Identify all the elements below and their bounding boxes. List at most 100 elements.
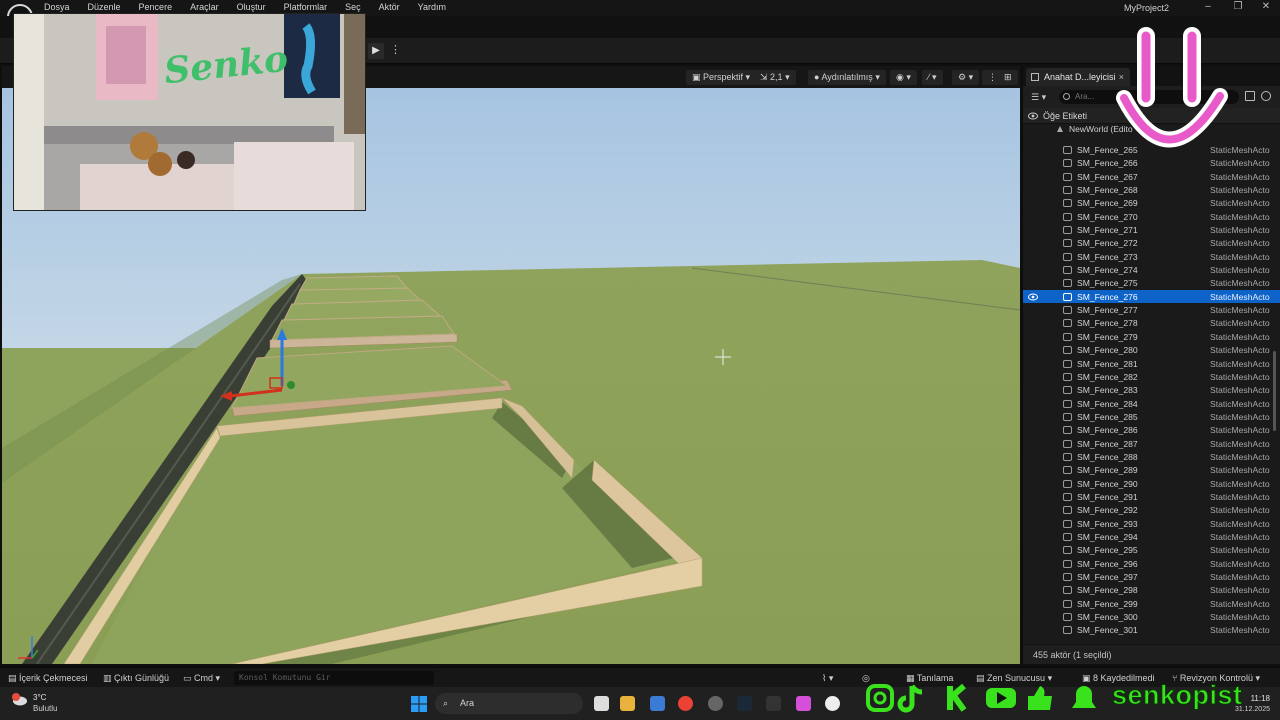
minimize-button[interactable]: –	[1198, 1, 1218, 12]
taskbar-search[interactable]: ⌕ Ara	[435, 693, 583, 714]
static-mesh-icon	[1063, 466, 1072, 475]
actor-name: SM_Fence_297	[1077, 572, 1138, 582]
menu-edit[interactable]: Düzenle	[88, 2, 130, 12]
outliner-row[interactable]: SM_Fence_271 StaticMeshActo	[1023, 223, 1280, 236]
outliner-rows: SM_Fence_265 StaticMeshActo SM_Fence_266 St…	[1023, 143, 1280, 639]
actor-type: StaticMeshActo	[1210, 398, 1270, 409]
outliner-row[interactable]: SM_Fence_294 StaticMeshActo	[1023, 530, 1280, 543]
outliner-row[interactable]: SM_Fence_301 StaticMeshActo	[1023, 623, 1280, 636]
outliner-row[interactable]: SM_Fence_284 StaticMeshActo	[1023, 397, 1280, 410]
actor-type: StaticMeshActo	[1210, 558, 1270, 569]
play-button[interactable]: ▶	[368, 43, 384, 59]
menu-tools[interactable]: Araçlar	[190, 2, 228, 12]
content-drawer-button[interactable]: ▤ İçerik Çekmecesi	[8, 668, 88, 688]
outliner-row[interactable]: SM_Fence_285 StaticMeshActo	[1023, 410, 1280, 423]
visibility-eye-icon[interactable]	[1028, 293, 1038, 301]
gizmo-y-handle[interactable]	[287, 381, 295, 389]
actor-type: StaticMeshActo	[1210, 198, 1270, 209]
outliner-row[interactable]: SM_Fence_292 StaticMeshActo	[1023, 503, 1280, 516]
play-options-icon[interactable]: ⋮	[390, 43, 401, 56]
menu-select[interactable]: Seç	[345, 2, 370, 12]
file-explorer-icon[interactable]	[620, 696, 635, 711]
camera-speed-dropdown[interactable]: ⇲ 2,1 ▾	[754, 70, 796, 85]
steam-icon[interactable]	[737, 696, 752, 711]
menu-platforms[interactable]: Platformlar	[284, 2, 337, 12]
outliner-row[interactable]: SM_Fence_281 StaticMeshActo	[1023, 357, 1280, 370]
outliner-row[interactable]: SM_Fence_298 StaticMeshActo	[1023, 583, 1280, 596]
store-icon[interactable]	[650, 696, 665, 711]
fence-segment[interactable]	[299, 275, 409, 291]
output-log-button[interactable]: ▥ Çıktı Günlüğü	[103, 668, 169, 688]
actor-type: StaticMeshActo	[1210, 465, 1270, 476]
crosshair-icon	[715, 349, 731, 365]
menu-file[interactable]: Dosya	[44, 2, 79, 12]
cmd-dropdown[interactable]: ▭ Cmd ▾	[183, 668, 220, 688]
outliner-row[interactable]: SM_Fence_274 StaticMeshActo	[1023, 263, 1280, 276]
outliner-row[interactable]: SM_Fence_289 StaticMeshActo	[1023, 463, 1280, 476]
column-item-label[interactable]: Öğe Etiketi	[1043, 111, 1087, 121]
outliner-row[interactable]: SM_Fence_283 StaticMeshActo	[1023, 383, 1280, 396]
trace-icon[interactable]: ⌇ ▾	[822, 668, 833, 688]
actor-name: SM_Fence_274	[1077, 265, 1138, 276]
actor-type: StaticMeshActo	[1210, 385, 1270, 396]
viewport-layout-icon[interactable]: ⊞	[998, 70, 1018, 85]
outliner-row[interactable]: SM_Fence_286 StaticMeshActo	[1023, 423, 1280, 436]
snap-settings-icon[interactable]: ⁄ ▾	[922, 70, 943, 85]
actor-name: SM_Fence_275	[1077, 278, 1138, 289]
close-button[interactable]: ✕	[1256, 1, 1276, 12]
outliner-row[interactable]: SM_Fence_276 StaticMeshActo	[1023, 289, 1280, 304]
menu-window[interactable]: Pencere	[139, 2, 182, 12]
console-input[interactable]: Konsol Komutunu Gir	[234, 671, 434, 685]
actor-name: SM_Fence_273	[1077, 251, 1138, 262]
outliner-row[interactable]: SM_Fence_295 StaticMeshActo	[1023, 543, 1280, 556]
actor-type: StaticMeshActo	[1210, 265, 1270, 276]
outliner-row[interactable]: SM_Fence_302StaticMeshActo	[1023, 637, 1280, 640]
outliner-row[interactable]: SM_Fence_275 StaticMeshActo	[1023, 276, 1280, 289]
outliner-settings-icon[interactable]	[1261, 91, 1271, 101]
outliner-row[interactable]: SM_Fence_300 StaticMeshActo	[1023, 610, 1280, 623]
viewport-settings-icon[interactable]: ⚙ ▾	[952, 70, 980, 85]
epic-games-icon[interactable]	[766, 696, 781, 711]
menu-actor[interactable]: Aktör	[379, 2, 409, 12]
menu-help[interactable]: Yardım	[418, 2, 455, 12]
view-mode-dropdown[interactable]: ● Aydınlatılmış ▾	[808, 70, 886, 85]
outliner-row[interactable]: SM_Fence_296 StaticMeshActo	[1023, 557, 1280, 570]
outliner-row[interactable]: SM_Fence_273 StaticMeshActo	[1023, 250, 1280, 263]
outliner-row[interactable]: SM_Fence_287 StaticMeshActo	[1023, 437, 1280, 450]
outliner-row[interactable]: SM_Fence_269 StaticMeshActo	[1023, 196, 1280, 209]
task-view-icon[interactable]	[594, 696, 609, 711]
outliner-row[interactable]: SM_Fence_277 StaticMeshActo	[1023, 303, 1280, 316]
tiktok-icon	[897, 684, 923, 713]
outliner-row[interactable]: SM_Fence_299 StaticMeshActo	[1023, 597, 1280, 610]
outliner-row[interactable]: SM_Fence_293 StaticMeshActo	[1023, 517, 1280, 530]
outliner-row[interactable]: SM_Fence_278 StaticMeshActo	[1023, 316, 1280, 329]
outliner-row[interactable]: SM_Fence_282 StaticMeshActo	[1023, 370, 1280, 383]
outliner-row[interactable]: SM_Fence_291 StaticMeshActo	[1023, 490, 1280, 503]
github-icon[interactable]	[708, 696, 723, 711]
maximize-button[interactable]: ❐	[1228, 1, 1248, 12]
menu-build[interactable]: Oluştur	[237, 2, 275, 12]
add-folder-icon[interactable]	[1245, 91, 1255, 101]
outliner-row[interactable]: SM_Fence_279 StaticMeshActo	[1023, 330, 1280, 343]
cloud-weather-icon[interactable]	[10, 692, 28, 706]
actor-name: SM_Fence_288	[1077, 451, 1138, 462]
windows-start-icon[interactable]	[411, 696, 427, 712]
perspective-dropdown[interactable]: ▣ Perspektif ▾	[686, 70, 757, 85]
outliner-row[interactable]: SM_Fence_267 StaticMeshActo	[1023, 170, 1280, 183]
actor-name: SM_Fence_284	[1077, 398, 1138, 409]
outliner-row[interactable]: SM_Fence_270 StaticMeshActo	[1023, 210, 1280, 223]
outliner-row[interactable]: SM_Fence_268 StaticMeshActo	[1023, 183, 1280, 196]
chrome-icon[interactable]	[678, 696, 693, 711]
outliner-row[interactable]: SM_Fence_290 StaticMeshActo	[1023, 477, 1280, 490]
outliner-row[interactable]: SM_Fence_297 StaticMeshActo	[1023, 570, 1280, 583]
outliner-row[interactable]: SM_Fence_280 StaticMeshActo	[1023, 343, 1280, 356]
actor-name: SM_Fence_294	[1077, 531, 1138, 542]
outliner-row[interactable]: SM_Fence_272 StaticMeshActo	[1023, 236, 1280, 249]
kick-icon	[947, 683, 967, 712]
unreal-taskbar-icon[interactable]	[825, 696, 840, 711]
show-flags-icon[interactable]: ◉ ▾	[890, 70, 917, 85]
outliner-row[interactable]: SM_Fence_288 StaticMeshActo	[1023, 450, 1280, 463]
filter-icon[interactable]: ☰ ▾	[1031, 92, 1046, 103]
creative-app-icon[interactable]	[796, 696, 811, 711]
outliner-scrollbar[interactable]	[1273, 351, 1276, 431]
